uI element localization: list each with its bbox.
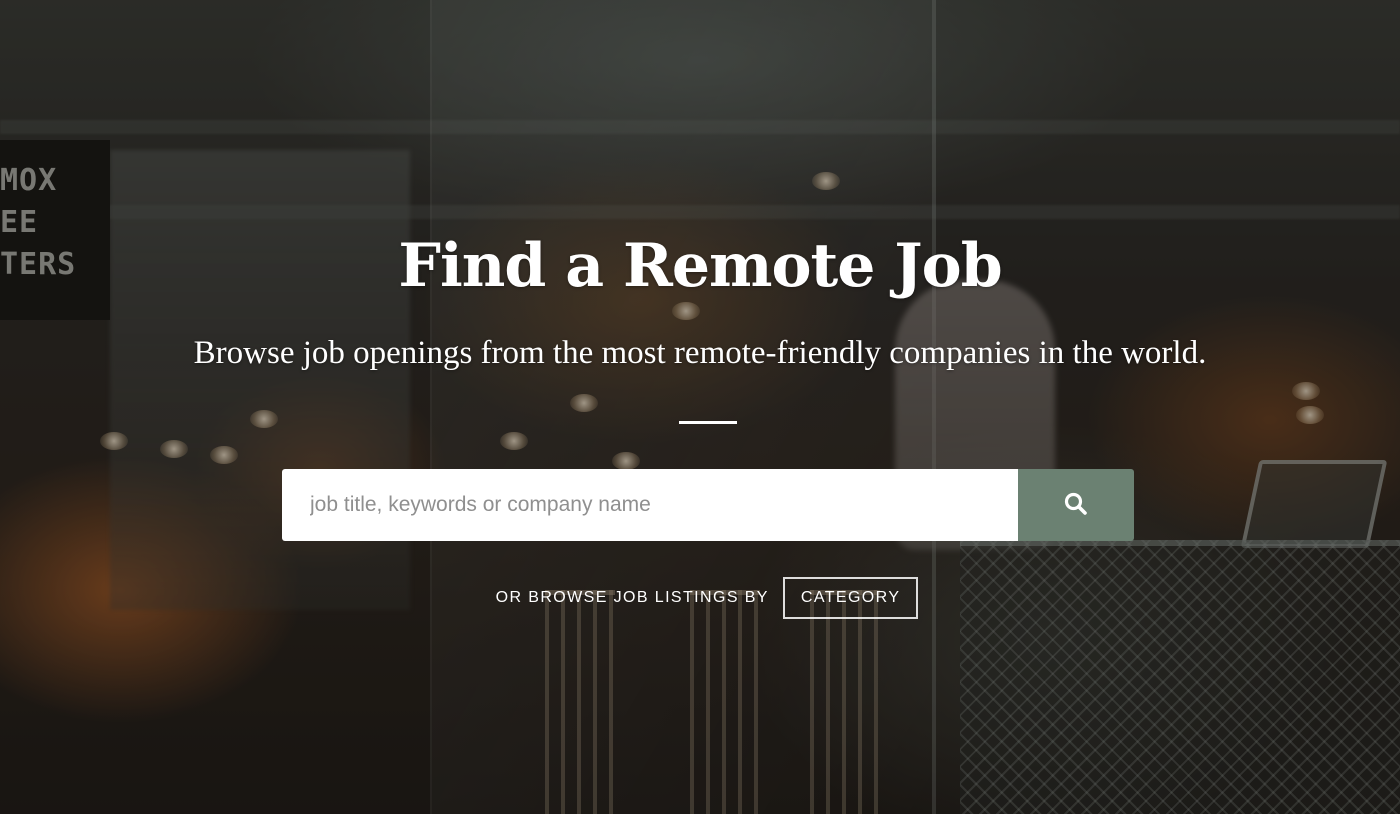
- job-search-form: [282, 469, 1134, 541]
- title-divider: [679, 421, 737, 424]
- search-icon: [1063, 491, 1089, 520]
- search-button[interactable]: [1018, 469, 1134, 541]
- browse-category-button[interactable]: CATEGORY: [782, 577, 919, 619]
- browse-by-row: OR BROWSE JOB LISTINGS BY CATEGORY: [0, 576, 1400, 620]
- page-title: Find a Remote Job: [398, 231, 1002, 301]
- browse-label: OR BROWSE JOB LISTINGS BY: [495, 589, 769, 606]
- hero-section: MOX EE TERS Find a Remote Job Browse job…: [0, 0, 1400, 814]
- job-search-input[interactable]: [282, 469, 1018, 541]
- hero-content: Find a Remote Job Browse job openings fr…: [0, 0, 1400, 814]
- page-subtitle: Browse job openings from the most remote…: [193, 335, 1207, 371]
